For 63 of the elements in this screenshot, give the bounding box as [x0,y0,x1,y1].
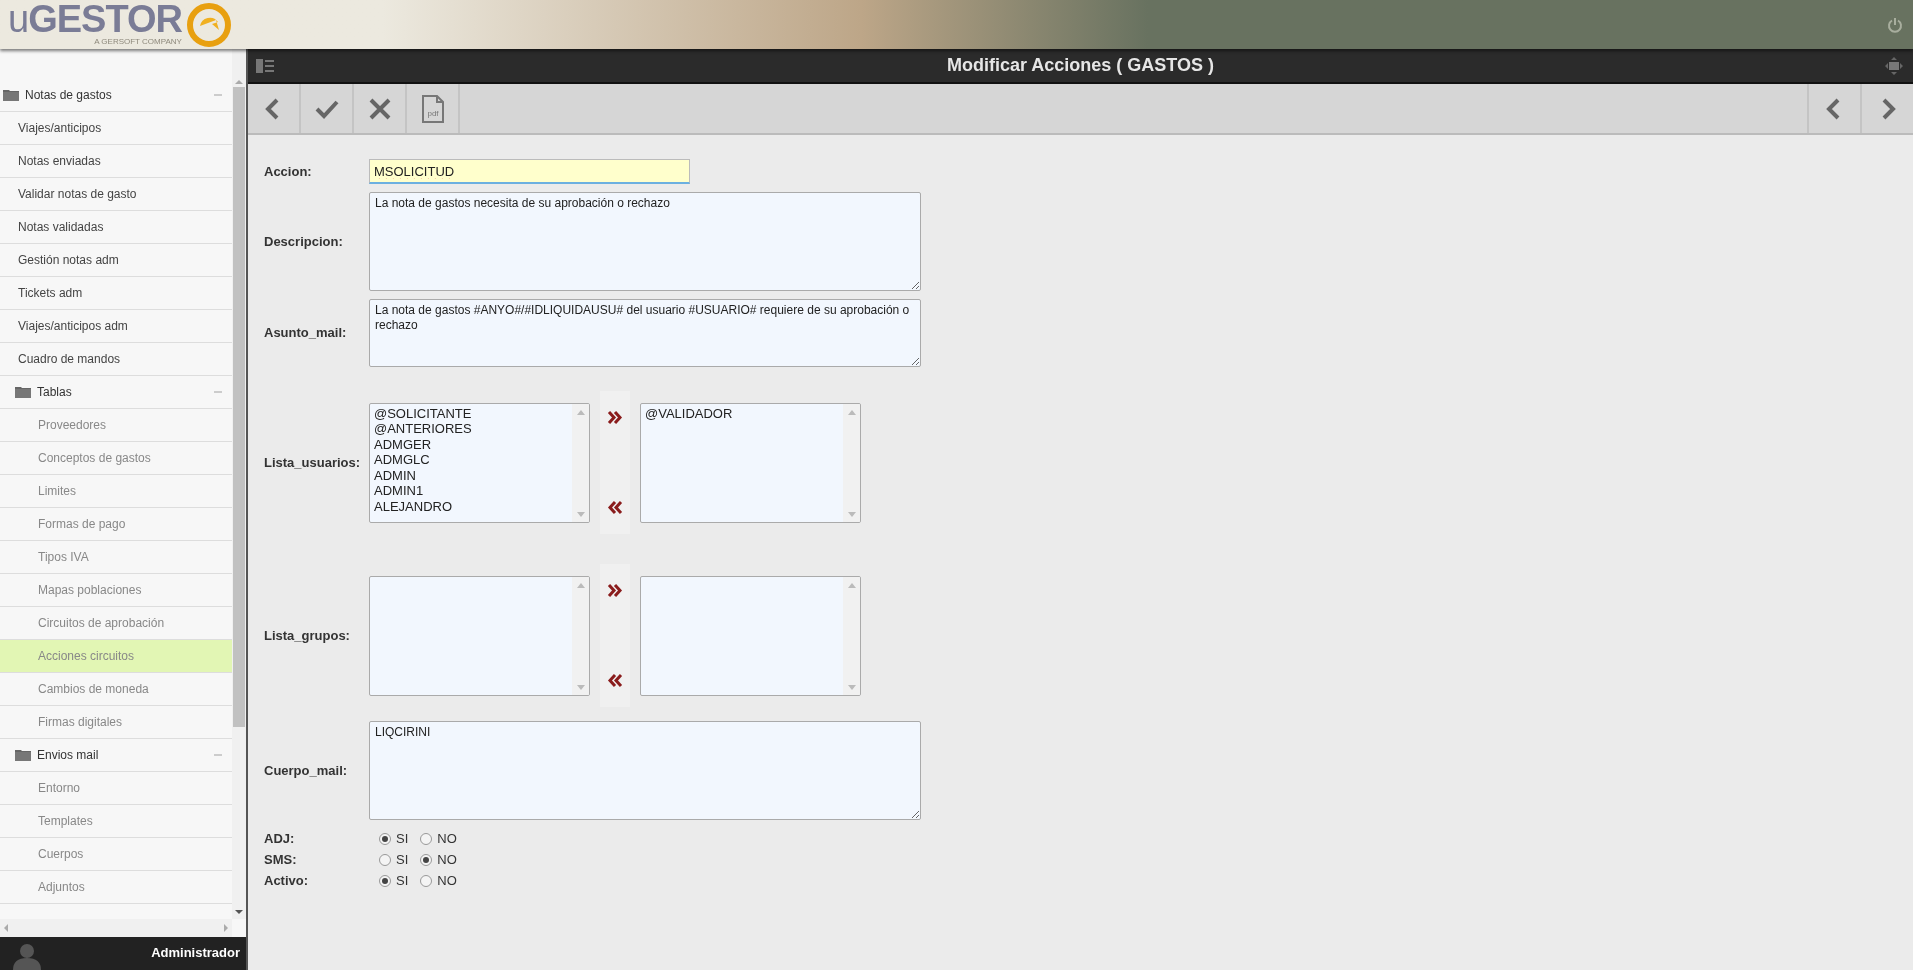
move-icon[interactable] [1885,56,1903,75]
field-label: Descripcion: [264,232,344,251]
scroll-up-icon[interactable] [235,79,243,85]
list-option[interactable]: ALEJANDRO [374,498,572,514]
field-label: Accion: [264,162,313,181]
list-scrollbar[interactable] [572,576,589,695]
radio-option[interactable]: NO [420,828,457,849]
double-chevron-right-icon [607,411,623,424]
list-option[interactable]: ADMGLC [374,452,572,468]
sidebar-toggle-icon[interactable] [256,58,276,73]
list-option[interactable]: @ANTERIORES [374,421,572,437]
logo-icon [185,1,232,48]
folder-icon [15,749,31,761]
add-button[interactable] [607,411,623,424]
field-label: Cuerpo_mail: [264,761,349,780]
remove-button[interactable] [607,501,623,514]
scroll-up-icon[interactable] [576,409,585,415]
scroll-up-icon[interactable] [847,582,856,588]
list-option[interactable]: @SOLICITANTE [374,405,572,421]
field-label: SMS: [264,850,298,869]
text-area[interactable]: LIQCIRINI [369,721,921,820]
list-scrollbar[interactable] [843,403,860,522]
field-label: Asunto_mail: [264,324,348,343]
pdf-file-icon: pdf [421,94,444,123]
available-list[interactable] [369,575,590,696]
selected-list[interactable]: @VALIDADOR [640,402,861,523]
scroll-up-icon[interactable] [847,409,856,415]
radio-option[interactable]: NO [420,849,457,870]
list-scrollbar[interactable] [843,576,860,695]
field-label: ADJ: [264,829,296,848]
list-option[interactable]: ADMIN [374,467,572,483]
selected-list[interactable] [640,575,861,696]
scroll-right-icon[interactable] [223,924,229,932]
scroll-left-icon[interactable] [3,924,9,932]
page-title: Modificar Acciones ( GASTOS ) [946,54,1214,77]
remove-button[interactable] [607,674,623,687]
scroll-up-icon[interactable] [576,582,585,588]
user-avatar-icon [10,942,44,970]
double-chevron-right-icon [607,584,623,597]
list-option[interactable]: ADMGER [374,436,572,452]
double-chevron-left-icon [607,674,623,687]
radio-option[interactable]: SI [379,870,409,891]
field-label: Activo: [264,871,310,890]
field-label: Lista_grupos: [264,626,351,645]
text-area[interactable]: La nota de gastos necesita de su aprobación o rechazo [369,192,921,291]
radio-option[interactable]: SI [379,828,409,849]
list-option[interactable]: ADMIN1 [374,483,572,499]
logo-tagline: A GERSOFT COMPANY [94,37,182,46]
power-icon[interactable] [1887,16,1903,33]
double-chevron-left-icon [607,501,623,514]
scroll-down-icon[interactable] [235,909,243,915]
available-list[interactable]: @SOLICITANTE @ANTERIORES ADMGER ADMGLC ADMIN ADMIN1 ALEJANDRO [369,402,590,523]
accion-input[interactable]: MSOLICITUD [369,159,690,184]
logo-text: uGESTOR [8,3,182,35]
add-button[interactable] [607,584,623,597]
list-option[interactable]: @VALIDADOR [645,405,843,421]
text-area[interactable]: La nota de gastos #ANYO#/#IDLIQUIDAUSU# del usuario #USUARIO# requiere de su aprobación o rechazo [369,299,921,367]
radio-option[interactable]: SI [379,849,409,870]
radio-option[interactable]: NO [420,870,457,891]
field-label: Lista_usuarios: [264,453,362,472]
folder-icon [15,386,31,398]
list-scrollbar[interactable] [572,403,589,522]
folder-icon [3,89,19,101]
